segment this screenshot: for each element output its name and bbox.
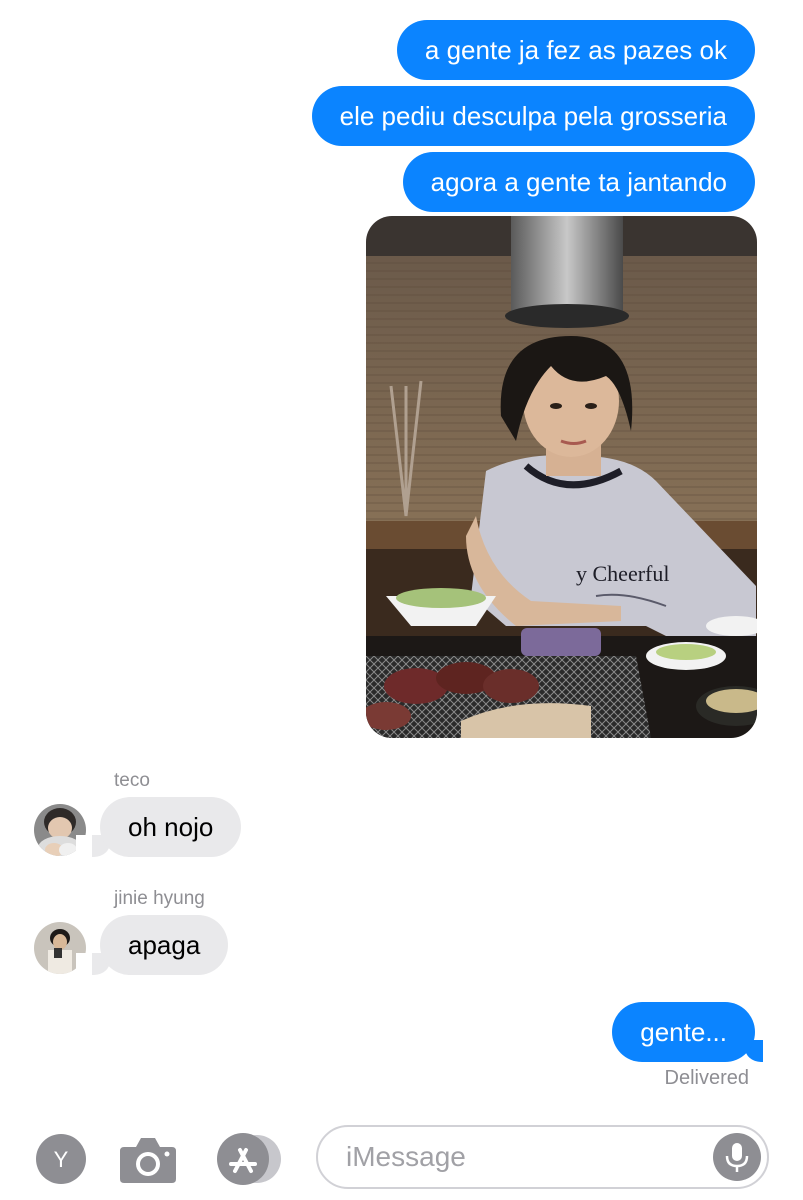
message-text: a gente ja fez as pazes ok <box>424 35 727 65</box>
incoming-message[interactable]: oh nojo <box>100 797 242 857</box>
messages-screen: a gente ja fez as pazes ok ele pediu des… <box>0 0 803 1200</box>
dictation-button[interactable] <box>713 1133 761 1181</box>
camera-button[interactable] <box>118 1133 178 1185</box>
message-text: gente... <box>640 1017 727 1047</box>
bubble-tail-mask <box>763 1040 779 1064</box>
outgoing-message[interactable]: ele pediu desculpa pela grosseria <box>311 86 755 146</box>
outgoing-message[interactable]: a gente ja fez as pazes ok <box>396 20 755 80</box>
app-store-icon <box>217 1133 281 1185</box>
apps-button[interactable]: Y <box>35 1133 87 1185</box>
message-input-placeholder: iMessage <box>346 1141 466 1172</box>
shirt-print-text: y Cheerful <box>576 561 669 586</box>
delivery-status: Delivered <box>664 1067 749 1089</box>
dinner-photo: y Cheerful <box>366 216 757 738</box>
microphone-icon <box>725 1143 749 1172</box>
outgoing-message[interactable]: gente... <box>612 1002 755 1062</box>
message-text: apaga <box>128 930 201 960</box>
incoming-message[interactable]: apaga <box>100 915 229 975</box>
app-store-button[interactable] <box>215 1133 285 1185</box>
message-text: agora a gente ta jantando <box>430 167 727 197</box>
photo-attachment[interactable]: y Cheerful <box>366 216 757 738</box>
outgoing-message[interactable]: agora a gente ta jantando <box>402 152 755 212</box>
sender-name: teco <box>114 770 150 791</box>
bubble-tail-mask <box>76 953 92 977</box>
message-input[interactable]: iMessage <box>316 1125 769 1189</box>
camera-icon <box>120 1138 176 1183</box>
message-text: oh nojo <box>128 812 214 842</box>
sender-name: jinie hyung <box>114 888 205 909</box>
message-text: ele pediu desculpa pela grosseria <box>339 101 727 131</box>
app-button-letter: Y <box>54 1147 69 1172</box>
app-y-icon: Y <box>36 1134 86 1184</box>
bubble-tail-mask <box>76 835 92 859</box>
